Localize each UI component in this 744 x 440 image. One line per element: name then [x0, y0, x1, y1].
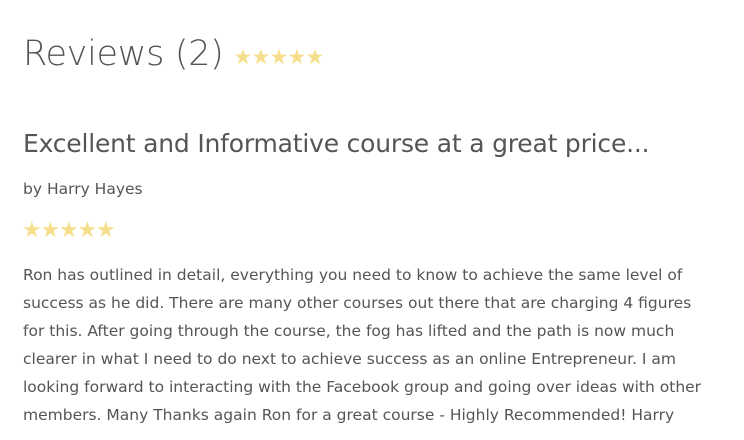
reviews-title: Reviews (2): [23, 34, 224, 74]
review-title: Excellent and Informative course at a gr…: [23, 129, 650, 158]
reviews-heading: Reviews (2) ★ ★ ★ ★ ★: [23, 30, 324, 78]
star-icon: ★: [305, 44, 325, 69]
star-icon: ★: [233, 44, 253, 69]
review-rating-stars: ★ ★ ★ ★ ★: [22, 218, 116, 243]
star-icon: ★: [269, 44, 289, 69]
star-icon: ★: [251, 44, 271, 69]
star-icon: ★: [22, 218, 42, 243]
review-author: by Harry Hayes: [23, 180, 143, 198]
star-icon: ★: [59, 218, 79, 243]
star-icon: ★: [287, 44, 307, 69]
average-rating-stars: ★ ★ ★ ★ ★: [233, 44, 325, 69]
star-icon: ★: [96, 218, 116, 243]
star-icon: ★: [40, 218, 61, 243]
star-icon: ★: [77, 218, 98, 243]
review-body: Ron has outlined in detail, everything y…: [23, 266, 702, 424]
